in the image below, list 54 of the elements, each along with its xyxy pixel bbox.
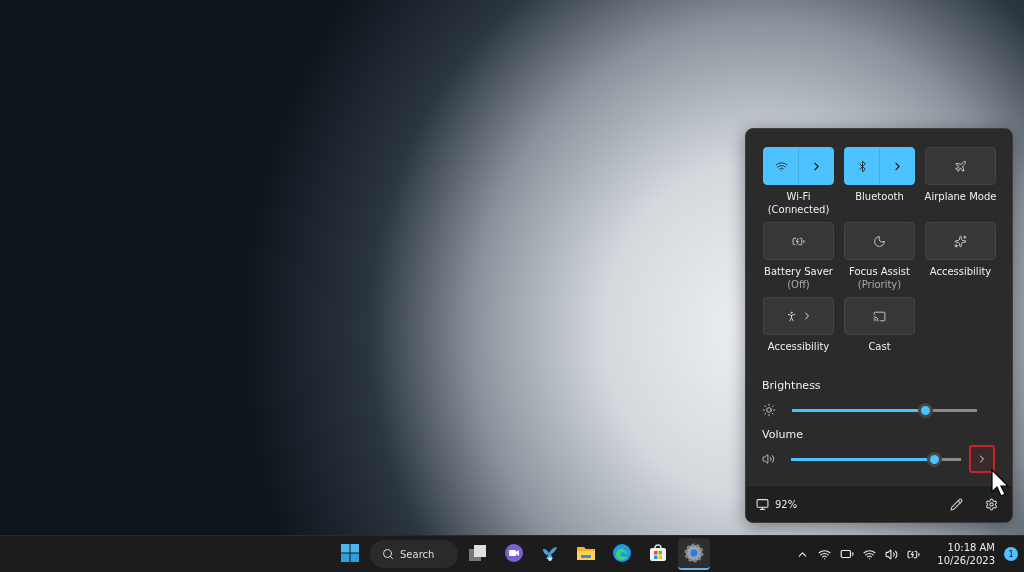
- tile-label: Battery Saver: [764, 265, 833, 278]
- cast-icon: [873, 309, 886, 323]
- store-icon: [648, 543, 668, 563]
- taskbar-app[interactable]: [678, 538, 710, 570]
- clock-time[interactable]: 10:18 AM: [947, 541, 995, 554]
- monitor-icon: [756, 497, 769, 511]
- tile-label: Bluetooth: [855, 190, 904, 203]
- toggle-tile[interactable]: [925, 222, 996, 260]
- toggle-tile[interactable]: [763, 147, 834, 185]
- settings-button[interactable]: [983, 495, 1000, 513]
- wifi-icon[interactable]: [818, 547, 832, 561]
- pencil-icon: [950, 497, 963, 511]
- tile-label: Accessibility: [929, 265, 992, 278]
- speaker-icon[interactable]: [885, 547, 899, 561]
- search-box[interactable]: Search: [370, 540, 458, 568]
- wifi-icon: [774, 159, 788, 173]
- tile-label: Wi-Fi: [786, 190, 811, 203]
- toggle-tile[interactable]: [925, 147, 996, 185]
- expand-button[interactable]: [968, 445, 995, 473]
- clock-date[interactable]: 10/26/2023: [937, 554, 995, 567]
- gear-icon: [684, 543, 704, 563]
- battery-icon[interactable]: [840, 547, 855, 561]
- speaker-icon: [762, 452, 775, 466]
- tile-label: Focus Assist: [849, 265, 910, 278]
- wifi-icon[interactable]: [863, 547, 877, 561]
- tile-label: Accessibility: [767, 340, 830, 353]
- settings-icon: [985, 497, 998, 511]
- tile-label: Cast: [868, 340, 891, 353]
- tile-status: (Priority): [857, 278, 902, 291]
- toggle-tile[interactable]: [763, 222, 834, 260]
- slider-thumb[interactable]: [918, 402, 934, 418]
- toggle-tile[interactable]: [844, 297, 915, 335]
- toggle-tile[interactable]: [844, 147, 915, 185]
- windows-logo-icon: [340, 543, 360, 563]
- battery-percentage: 92%: [775, 498, 799, 510]
- slider-label: Volume: [762, 428, 804, 441]
- tile-status: (Connected): [767, 203, 830, 216]
- toggle-tile[interactable]: [844, 222, 915, 260]
- video-chat-icon: [504, 543, 524, 563]
- tile-status: (Off): [787, 278, 810, 291]
- edit-button[interactable]: [948, 495, 965, 513]
- airplane-icon: [954, 159, 967, 173]
- slider-thumb[interactable]: [926, 451, 942, 467]
- moon-icon: [873, 234, 886, 248]
- search-icon: [382, 548, 394, 560]
- mouse-cursor-icon: [991, 469, 1009, 497]
- tile-label: Airplane Mode: [924, 190, 997, 203]
- sparkle-icon: [954, 234, 967, 248]
- task-view-icon: [468, 543, 488, 563]
- edge-icon: [612, 543, 632, 563]
- notification-badge[interactable]: 1: [1004, 547, 1018, 561]
- slider-label: Brightness: [762, 379, 822, 392]
- sun-icon: [762, 403, 776, 417]
- toggle-tile[interactable]: [763, 297, 834, 335]
